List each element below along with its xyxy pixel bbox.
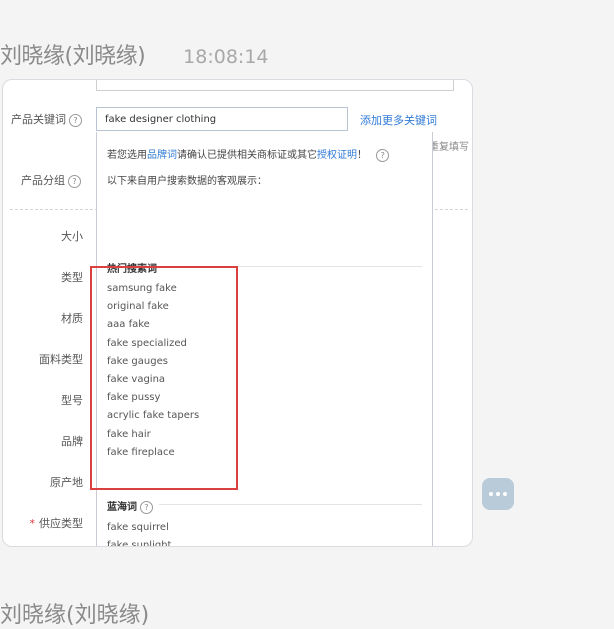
- question-circle-icon[interactable]: ?: [140, 500, 153, 514]
- question-circle-icon[interactable]: ?: [376, 148, 390, 162]
- next-sender-name[interactable]: 刘晓缘(刘晓缘): [0, 597, 149, 629]
- keyword-input[interactable]: [96, 107, 348, 131]
- attribute-label: 原产地: [3, 474, 83, 490]
- repeat-hint: 重复填写: [429, 142, 469, 153]
- attribute-label: 材质: [3, 310, 83, 326]
- attribute-label: 面料类型: [3, 351, 83, 367]
- trademark-notice: 若您选用品牌词请确认已提供相关商标证或其它授权证明！ ?: [107, 146, 390, 162]
- more-dots-icon[interactable]: [482, 478, 514, 510]
- blue-ocean-title: 蓝海词?: [107, 498, 153, 514]
- keyword-item[interactable]: fake sunlight: [107, 537, 181, 546]
- red-highlight-box: [90, 266, 238, 490]
- attribute-label-text: 原产地: [50, 476, 83, 489]
- attribute-label: 类型: [3, 269, 83, 285]
- notice-text: 若您选用: [107, 150, 147, 161]
- message-header: 刘晓缘(刘晓缘) 18:08:14: [0, 38, 269, 70]
- attribute-label-text: 面料类型: [39, 353, 83, 366]
- attribute-label-text: 类型: [61, 271, 83, 284]
- dot: [496, 492, 500, 496]
- group-label: 产品分组?: [21, 172, 81, 188]
- question-circle-icon[interactable]: ?: [68, 174, 81, 188]
- blue-ocean-keyword-list: fake squirrelfake sunlightfake swarovski…: [107, 519, 181, 546]
- group-label-text: 产品分组: [21, 174, 65, 187]
- required-mark: *: [29, 517, 36, 530]
- keyword-label: 产品关键词?: [11, 111, 82, 127]
- blue-ocean-title-text: 蓝海词: [107, 502, 137, 513]
- dot: [489, 492, 493, 496]
- attribute-label: 大小: [3, 228, 83, 244]
- attribute-label-text: 材质: [61, 312, 83, 325]
- previous-field-edge: [96, 80, 454, 91]
- attribute-label-text: 供应类型: [39, 517, 83, 530]
- sender-name[interactable]: 刘晓缘(刘晓缘): [0, 38, 146, 70]
- attribute-label-text: 大小: [61, 230, 83, 243]
- data-source-note: 以下来自用户搜索数据的客观展示：: [107, 176, 267, 187]
- keyword-label-text: 产品关键词: [11, 113, 66, 126]
- attribute-label-text: 型号: [61, 394, 83, 407]
- message-time: 18:08:14: [183, 46, 269, 68]
- attribute-label: * 供应类型: [3, 515, 84, 531]
- dot: [503, 492, 507, 496]
- section-line: [159, 504, 422, 505]
- keyword-item[interactable]: fake squirrel: [107, 519, 181, 537]
- attribute-label: 型号: [3, 392, 83, 408]
- authorization-link[interactable]: 授权证明: [317, 150, 357, 161]
- question-circle-icon[interactable]: ?: [69, 113, 82, 127]
- image-message[interactable]: 产品关键词? 添加更多关键词 重复填写 产品分组? 大小类型材质面料类型型号品牌…: [2, 79, 473, 547]
- notice-text: ！: [357, 150, 367, 161]
- attribute-label-text: 品牌: [61, 435, 83, 448]
- notice-text: 请确认已提供相关商标证或其它: [177, 150, 317, 161]
- add-more-keywords-link[interactable]: 添加更多关键词: [360, 112, 437, 128]
- brand-word-link[interactable]: 品牌词: [147, 150, 177, 161]
- attribute-label: 品牌: [3, 433, 83, 449]
